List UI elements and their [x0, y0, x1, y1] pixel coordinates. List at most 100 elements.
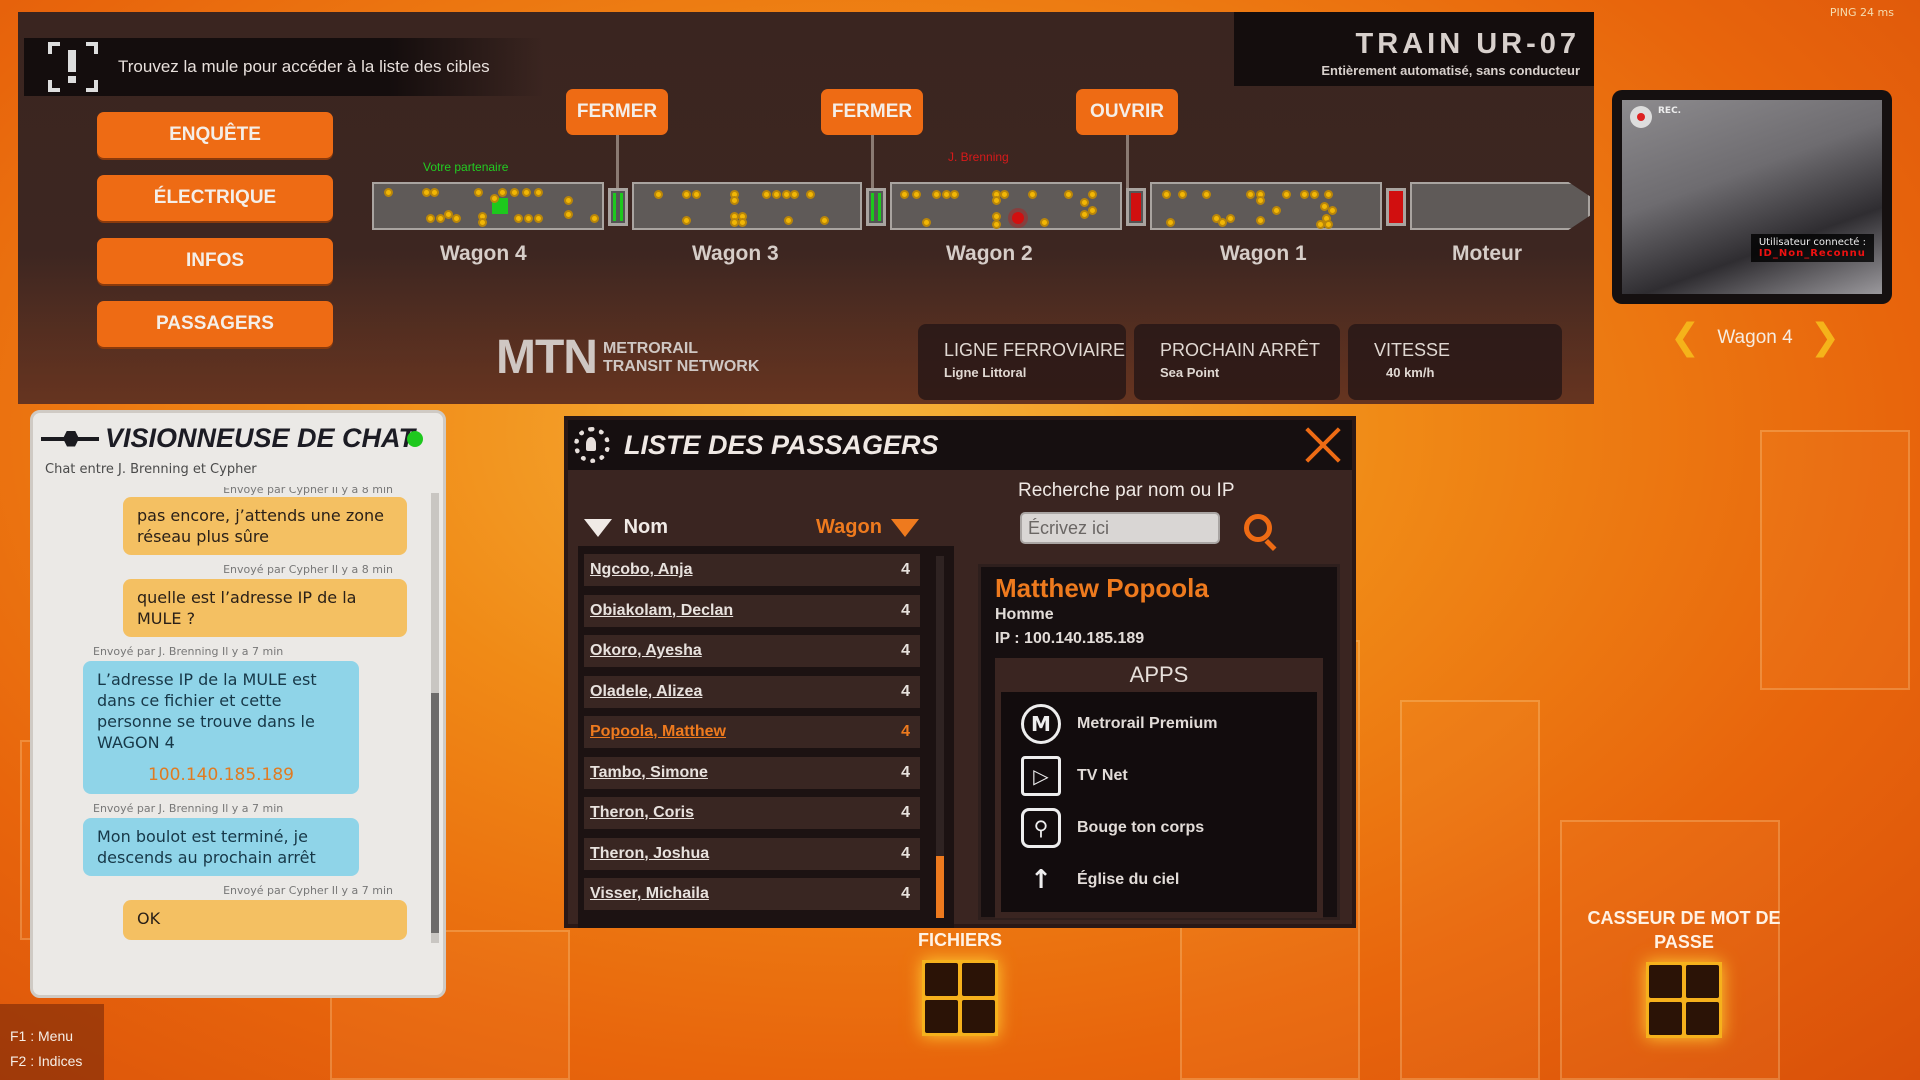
passenger-row[interactable]: Okoro, Ayesha 4	[584, 635, 920, 667]
objective-text: Trouvez la mule pour accéder à la liste …	[118, 57, 490, 76]
passenger-marker	[1282, 190, 1291, 199]
message-text: pas encore, j’attends une zone réseau pl…	[123, 497, 407, 555]
passenger-gender: Homme	[995, 606, 1054, 623]
ping-indicator: PING 24 ms	[1829, 6, 1894, 19]
info-value: Ligne Littoral	[944, 365, 1027, 380]
info-button[interactable]: INFOS	[97, 238, 333, 284]
wagon-2-car[interactable]	[890, 182, 1122, 230]
search-icon[interactable]	[1244, 514, 1272, 542]
door-connector-line	[1126, 135, 1129, 193]
chat-message: Envoyé par J. Brenning Il y a 7 min Mon …	[33, 802, 429, 876]
passenger-name-link[interactable]: Obiakolam, Declan	[590, 602, 733, 620]
sort-triangle-icon	[891, 518, 920, 537]
app-label: Bouge ton corps	[1077, 819, 1205, 836]
chat-messages[interactable]: Envoyé par Cypher Il y a 8 min pas encor…	[33, 487, 429, 995]
camera-shutter-icon	[1630, 106, 1652, 128]
scrollbar-thumb[interactable]	[936, 856, 944, 918]
wagon-4-car[interactable]	[372, 182, 604, 230]
passenger-list-scrollbar[interactable]	[936, 556, 944, 918]
files-label: FICHIERS	[917, 930, 1002, 950]
sort-by-wagon[interactable]: Wagon	[816, 516, 920, 539]
search-label: Recherche par nom ou IP	[1018, 480, 1235, 501]
message-meta: Envoyé par Cypher Il y a 7 min	[223, 884, 393, 897]
connected-user-label: Utilisateur connecté :	[1758, 237, 1866, 248]
passenger-row[interactable]: Theron, Joshua 4	[584, 837, 920, 870]
door-4-3-close-button[interactable]: FERMER	[566, 89, 668, 135]
passenger-row[interactable]: Obiakolam, Declan 4	[584, 594, 920, 627]
engine-car[interactable]	[1410, 182, 1590, 230]
passenger-row[interactable]: Tambo, Simone 4	[584, 756, 920, 789]
passenger-row[interactable]: Popoola, Matthew 4	[584, 716, 920, 748]
app-item[interactable]: ↑ Église du ciel	[1021, 854, 1317, 906]
passenger-name-link[interactable]: Oladele, Alizea	[590, 683, 702, 701]
app-item[interactable]: M Metrorail Premium	[1021, 698, 1317, 750]
fitness-icon: ⚲	[1021, 808, 1061, 848]
passenger-marker	[534, 214, 543, 223]
passenger-row[interactable]: Visser, Michaila 4	[584, 878, 920, 910]
chat-message: Envoyé par Cypher Il y a 8 min pas encor…	[33, 487, 429, 555]
passenger-marker	[932, 190, 941, 199]
passenger-name-link[interactable]: Okoro, Ayesha	[590, 642, 702, 660]
passenger-marker	[1310, 190, 1319, 199]
praying-hands-icon: ↑	[1030, 865, 1052, 895]
close-icon[interactable]	[1302, 424, 1344, 466]
investigation-button[interactable]: ENQUÊTE	[97, 112, 333, 158]
passengers-button[interactable]: PASSAGERS	[97, 301, 333, 347]
message-meta: Envoyé par Cypher Il y a 8 min	[223, 487, 393, 496]
passenger-marker	[806, 190, 815, 199]
passenger-ip: IP : 100.140.185.189	[995, 630, 1145, 647]
next-stop-info: PROCHAIN ARRÊT Sea Point	[1134, 324, 1340, 400]
passenger-name-link[interactable]: Ngcobo, Anja	[590, 561, 693, 579]
passenger-marker	[912, 190, 921, 199]
tv-icon: ▷	[1021, 756, 1061, 796]
door-connector-line	[616, 135, 619, 193]
passenger-marker	[1088, 206, 1097, 215]
chevron-left-icon[interactable]: ❮	[1670, 318, 1700, 358]
passenger-name-link[interactable]: Tambo, Simone	[590, 764, 708, 782]
passenger-marker	[1300, 190, 1309, 199]
password-cracker-desktop-icon[interactable]: CASSEUR DE MOT DE PASSE	[1576, 906, 1792, 1038]
security-camera-feed[interactable]: REC. Utilisateur connecté : ID_Non_Recon…	[1612, 90, 1892, 304]
user-gear-icon	[574, 427, 610, 463]
passenger-marker	[1324, 190, 1333, 199]
passenger-name: Matthew Popoola	[995, 573, 1209, 603]
scrollbar-thumb[interactable]	[431, 693, 439, 933]
passenger-name-link[interactable]: Theron, Coris	[590, 804, 694, 822]
wagon-2-label: Wagon 2	[946, 242, 1033, 265]
wagon-1-label: Wagon 1	[1220, 242, 1307, 265]
chat-scrollbar[interactable]	[431, 493, 439, 943]
passenger-row[interactable]: Ngcobo, Anja 4	[584, 554, 920, 586]
door-3-2-close-button[interactable]: FERMER	[821, 89, 923, 135]
files-desktop-icon[interactable]: FICHIERS	[898, 928, 1022, 1036]
passenger-row[interactable]: Oladele, Alizea 4	[584, 675, 920, 708]
passenger-name-link[interactable]: Theron, Joshua	[590, 845, 709, 863]
chat-message: Envoyé par J. Brenning Il y a 7 min L’ad…	[33, 645, 429, 794]
camera-image: REC. Utilisateur connecté : ID_Non_Recon…	[1622, 100, 1882, 294]
logo-mark: MTN	[496, 331, 598, 384]
alert-icon	[48, 42, 98, 92]
objective-banner: Trouvez la mule pour accéder à la liste …	[24, 38, 544, 96]
app-item[interactable]: ▷ TV Net	[1021, 750, 1317, 802]
chat-message: Envoyé par Cypher Il y a 7 min OK	[33, 884, 429, 940]
passenger-wagon: 4	[901, 561, 910, 578]
passenger-marker	[950, 190, 959, 199]
wagon-1-car[interactable]	[1150, 182, 1382, 230]
passenger-name-link[interactable]: Visser, Michaila	[590, 885, 709, 903]
door-2-1-open-button[interactable]: OUVRIR	[1076, 89, 1178, 135]
wagon-3-car[interactable]	[632, 182, 862, 230]
sort-by-name[interactable]: Nom	[584, 516, 668, 539]
cube-icon	[922, 960, 998, 1036]
passenger-marker	[992, 220, 1001, 229]
target-label: J. Brenning	[948, 150, 1009, 164]
app-item[interactable]: ⚲ Bouge ton corps	[1021, 802, 1317, 854]
passenger-name-link[interactable]: Popoola, Matthew	[590, 723, 726, 741]
search-input[interactable]	[1020, 512, 1220, 544]
chevron-right-icon[interactable]: ❯	[1810, 318, 1840, 358]
electric-button[interactable]: ÉLECTRIQUE	[97, 175, 333, 221]
app-label: Metrorail Premium	[1077, 715, 1218, 732]
message-ip-address[interactable]: 100.140.185.189	[97, 765, 345, 786]
speed-info: VITESSE 40 km/h	[1348, 324, 1562, 400]
metrorail-logo: MTN METRORAIL TRANSIT NETWORK	[496, 330, 759, 385]
passenger-row[interactable]: Theron, Coris 4	[584, 797, 920, 829]
spider-icon	[41, 427, 99, 451]
